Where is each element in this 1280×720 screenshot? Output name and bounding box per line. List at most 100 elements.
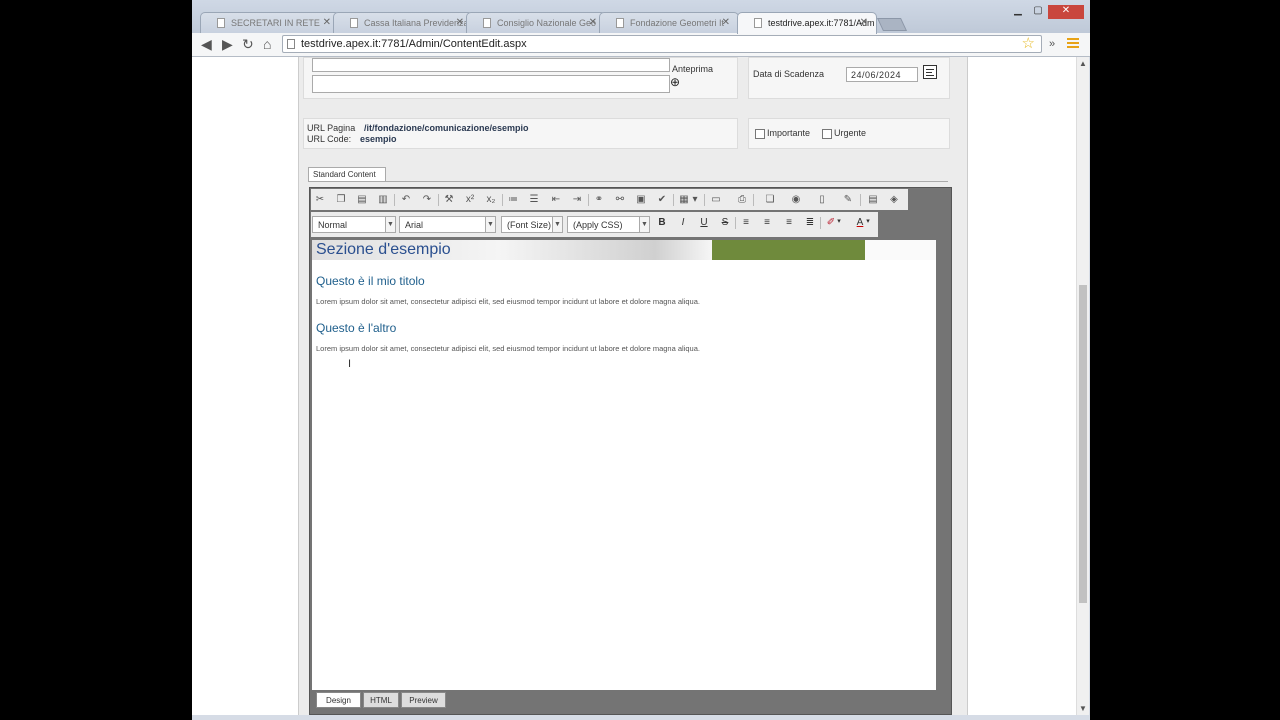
close-tab-icon[interactable]: ✕ [722, 17, 730, 28]
new-tab-button[interactable] [876, 18, 908, 31]
undo-icon[interactable]: ↶ [399, 194, 413, 205]
close-window-icon[interactable]: ✕ [1048, 5, 1084, 19]
table-icon[interactable]: ▦ [677, 194, 691, 205]
form-icon[interactable]: ◉ [789, 194, 803, 205]
image-icon[interactable]: ▣ [634, 194, 648, 205]
format-select[interactable]: Normal ▼ [312, 216, 396, 233]
format-painter-icon[interactable]: ⚒ [442, 194, 456, 205]
chevron-down-icon[interactable]: ▾ [864, 217, 872, 225]
editor-mode-tabs: Design HTML Preview [312, 690, 936, 712]
unlink-icon[interactable]: ⚯ [613, 194, 627, 205]
tab-consiglio[interactable]: Consiglio Nazionale Geo ✕ [466, 12, 606, 33]
address-bar[interactable]: testdrive.apex.it:7781/Admin/ContentEdit… [282, 35, 1042, 53]
home-icon[interactable]: ⌂ [263, 36, 271, 52]
link-icon[interactable]: ⚭ [592, 194, 606, 205]
font-size-value: (Font Size) [507, 220, 552, 230]
chevron-down-icon: ▼ [552, 217, 562, 232]
css-select[interactable]: (Apply CSS) ▼ [567, 216, 650, 233]
tab-html[interactable]: HTML [363, 692, 399, 708]
editor-document[interactable]: Sezione d'esempio Questo è il mio titolo… [312, 240, 936, 690]
scroll-thumb[interactable] [1079, 285, 1087, 603]
scroll-down-icon[interactable]: ▼ [1079, 704, 1087, 713]
tab-strip: SECRETARI IN RETE ✕ Cassa Italiana Previd… [192, 0, 1090, 34]
save-icon[interactable]: ▤ [866, 194, 880, 205]
reload-icon[interactable]: ↻ [242, 36, 254, 53]
close-tab-icon[interactable]: ✕ [860, 17, 868, 28]
tab-preview[interactable]: Preview [401, 692, 446, 708]
redo-icon[interactable]: ↷ [420, 194, 434, 205]
chevron-down-icon[interactable]: ▾ [691, 194, 699, 205]
superscript-icon[interactable]: x² [463, 194, 477, 205]
scroll-up-icon[interactable]: ▲ [1079, 59, 1087, 68]
urgente-label: Urgente [834, 128, 867, 138]
page-icon [217, 18, 225, 28]
url-box: URL Pagina /it/fondazione/comunicazione/… [303, 118, 738, 149]
tab-cassa[interactable]: Cassa Italiana Previdenza ✕ [333, 12, 473, 33]
chevron-down-icon: ▼ [385, 217, 395, 232]
tab-design[interactable]: Design [316, 692, 361, 708]
menu-icon[interactable] [1067, 38, 1079, 50]
back-arrow-icon[interactable]: ◀ [201, 36, 212, 53]
importante-checkbox[interactable]: Importante [755, 128, 810, 139]
url-code-label: URL Code: [307, 134, 352, 144]
font-select[interactable]: Arial ▼ [399, 216, 496, 233]
format-value: Normal [318, 220, 348, 230]
checkbox-icon[interactable] [822, 128, 832, 139]
tab-testdrive[interactable]: testdrive.apex.it:7781/Adm ✕ [737, 12, 877, 34]
align-center-icon[interactable]: ≡ [760, 217, 774, 228]
calendar-icon[interactable] [923, 65, 937, 79]
section-title: Sezione d'esempio [316, 241, 451, 258]
justify-icon[interactable]: ≣ [803, 217, 817, 228]
edit-document-icon[interactable]: ✎ [841, 194, 855, 205]
maximize-icon[interactable]: ▢ [1028, 5, 1048, 19]
urgente-checkbox[interactable]: Urgente [822, 128, 866, 139]
print-icon[interactable]: ⎙ [735, 194, 749, 205]
chevron-down-icon[interactable]: ▾ [835, 217, 843, 225]
tab-standard-content[interactable]: Standard Content [308, 167, 386, 181]
cut-icon[interactable]: ✂ [313, 194, 327, 205]
close-tab-icon[interactable]: ✕ [456, 17, 464, 28]
importante-label: Importante [767, 128, 811, 138]
fullscreen-icon[interactable]: ◈ [887, 194, 901, 205]
tab-label: Fondazione Geometri It [630, 18, 725, 28]
scadenza-label: Data di Scadenza [753, 69, 825, 79]
bold-icon[interactable]: B [655, 217, 669, 228]
close-tab-icon[interactable]: ✕ [589, 17, 597, 28]
font-size-select[interactable]: (Font Size) ▼ [501, 216, 563, 233]
numbered-list-icon[interactable]: ≔ [506, 194, 520, 205]
url-pagina-value: /it/fondazione/comunicazione/esempio [364, 123, 529, 133]
italic-icon[interactable]: I [676, 217, 690, 228]
subscript-icon[interactable]: x₂ [484, 194, 498, 205]
text-field[interactable] [312, 75, 670, 93]
underline-icon[interactable]: U [697, 217, 711, 228]
bullet-list-icon[interactable]: ☰ [527, 194, 541, 205]
strikethrough-icon[interactable]: S [718, 217, 732, 228]
minimize-icon[interactable]: ▁ [1008, 5, 1028, 19]
tab-label: testdrive.apex.it:7781/Adm [768, 18, 875, 28]
forward-arrow-icon[interactable]: ▶ [222, 36, 233, 53]
align-right-icon[interactable]: ≡ [782, 217, 796, 228]
text-area[interactable] [312, 58, 670, 72]
align-left-icon[interactable]: ≡ [739, 217, 753, 228]
copy-icon[interactable]: ❐ [334, 194, 348, 205]
outdent-icon[interactable]: ⇤ [549, 194, 563, 205]
tab-fondazione[interactable]: Fondazione Geometri It ✕ [599, 12, 739, 33]
spellcheck-icon[interactable]: ✔ [655, 194, 669, 205]
template-icon[interactable]: ❏ [763, 194, 777, 205]
browser-toolbar: ◀ ▶ ↻ ⌂ testdrive.apex.it:7781/Admin/Con… [192, 33, 1090, 57]
chevron-down-icon: ▼ [639, 217, 649, 232]
print-preview-icon[interactable]: ▭ [709, 194, 723, 205]
indent-icon[interactable]: ⇥ [570, 194, 584, 205]
paste-special-icon[interactable]: ▥ [376, 194, 390, 205]
document-icon[interactable]: ▯ [815, 194, 829, 205]
scadenza-date-input[interactable]: 24/06/2024 [846, 67, 918, 82]
checkbox-icon[interactable] [755, 128, 765, 139]
tab-secretari[interactable]: SECRETARI IN RETE ✕ [200, 12, 340, 33]
bookmark-star-icon[interactable]: ☆ [1022, 34, 1035, 52]
vertical-scrollbar[interactable]: ▲ ▼ [1076, 57, 1089, 715]
close-tab-icon[interactable]: ✕ [323, 17, 331, 28]
paste-icon[interactable]: ▤ [355, 194, 369, 205]
add-circle-icon[interactable]: ⊕ [670, 75, 680, 89]
page-icon [350, 18, 358, 28]
chevron-right-icon[interactable]: » [1049, 38, 1055, 50]
